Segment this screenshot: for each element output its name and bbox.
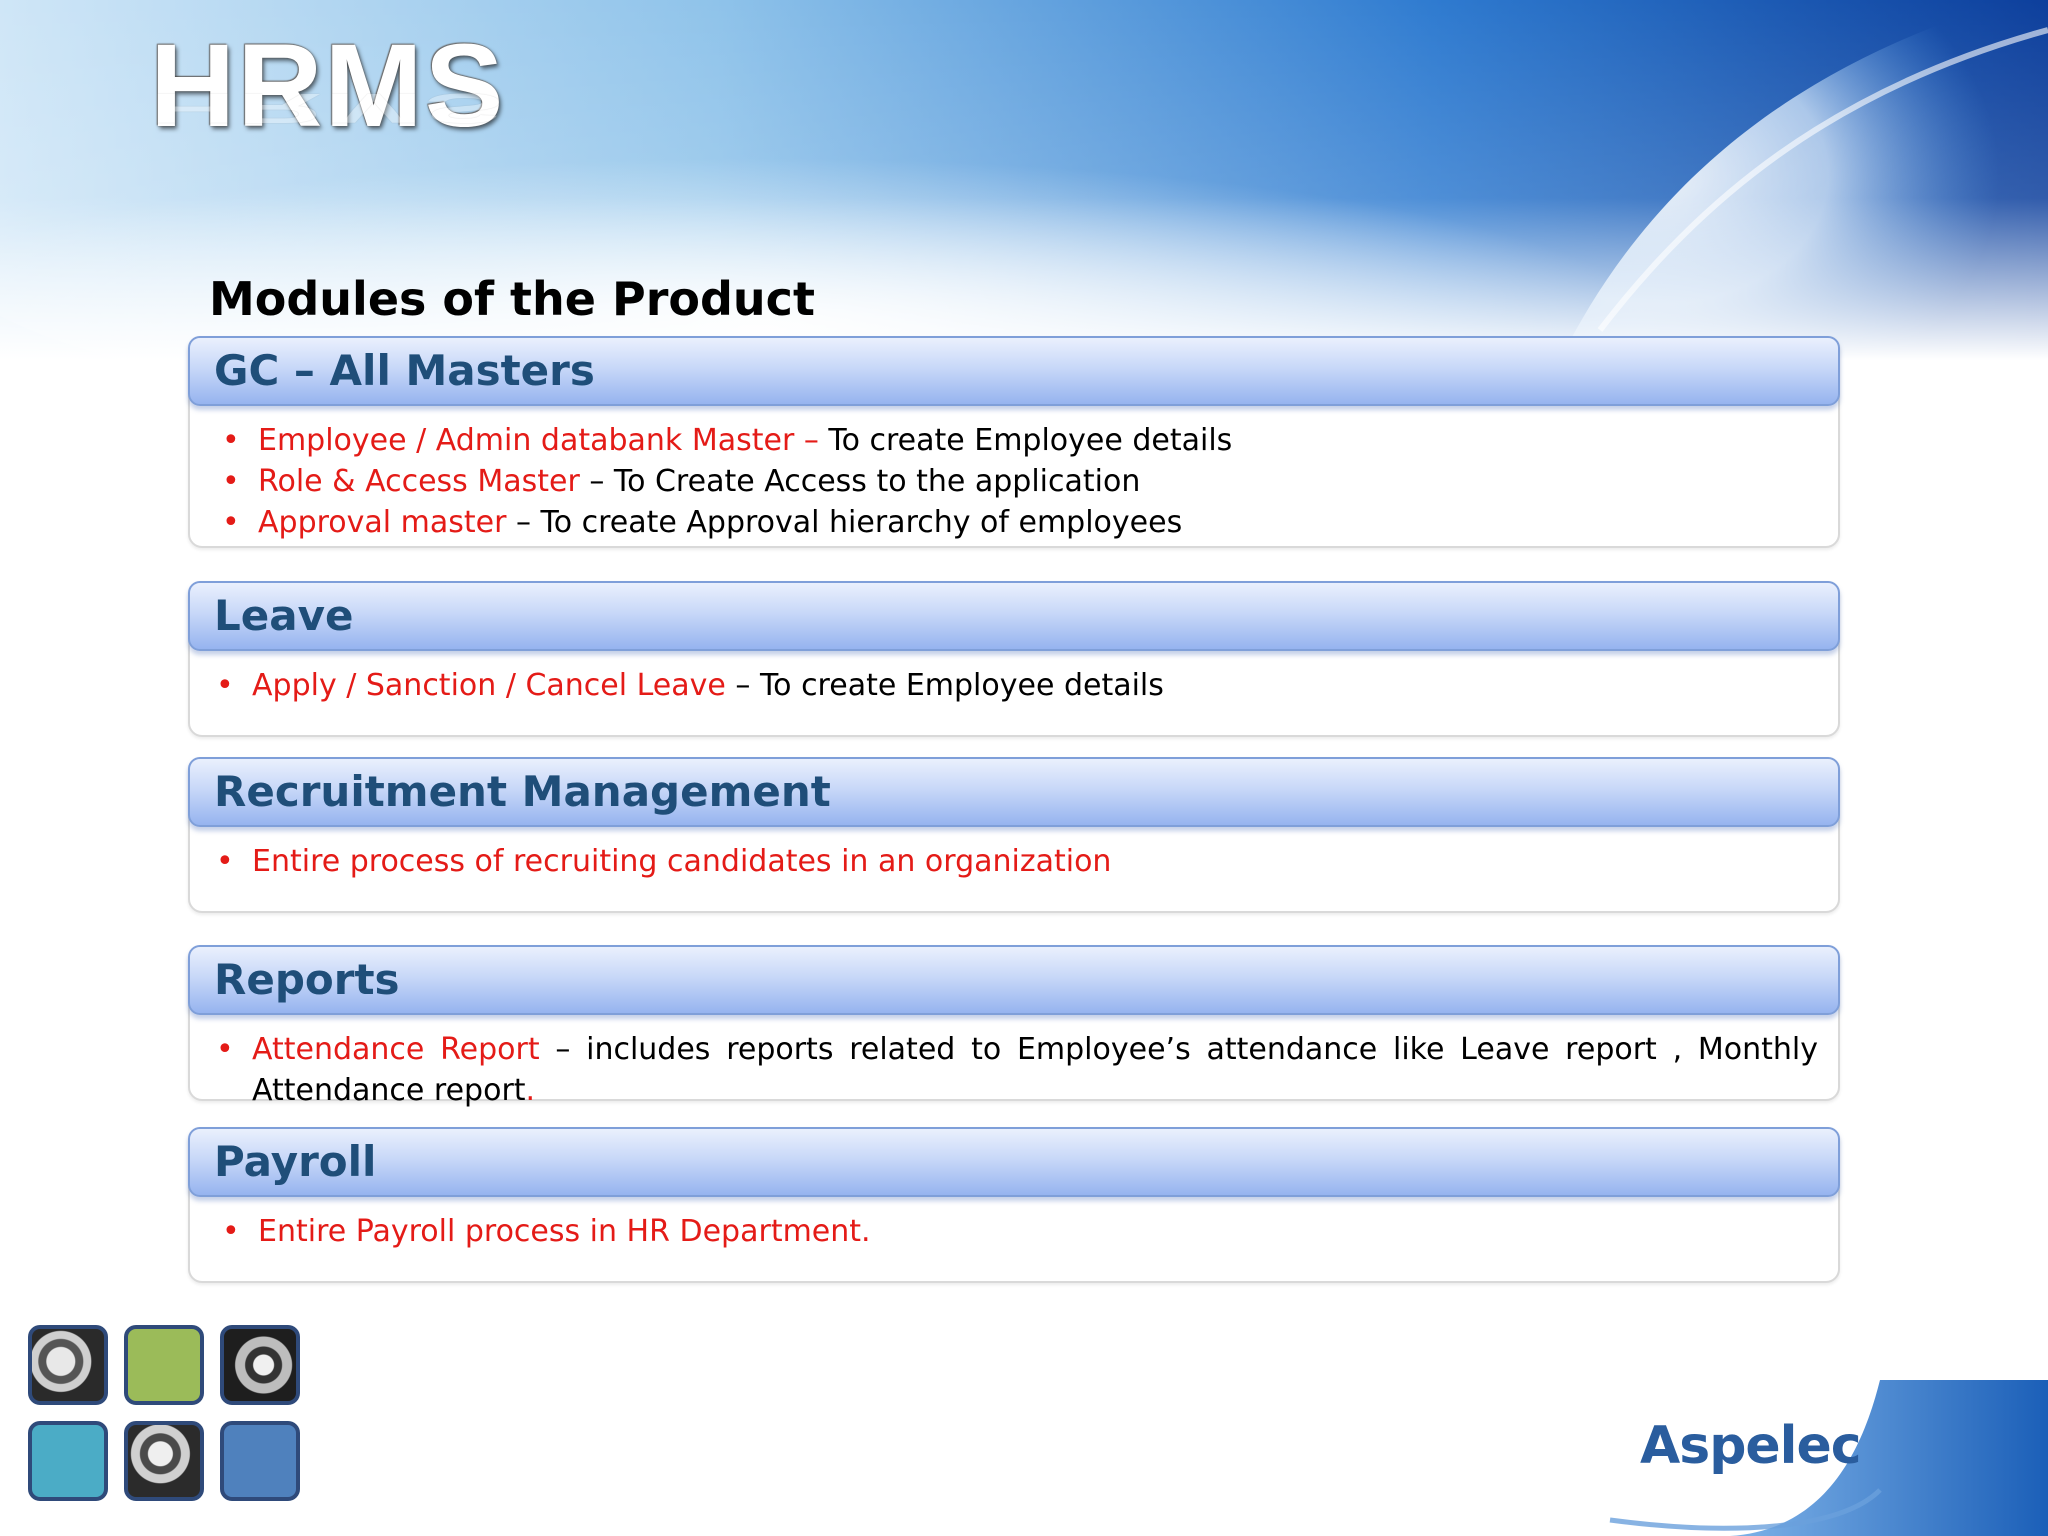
list-item: • Approval master – To create Approval h… [220,502,1818,543]
module-items: • Entire process of recruiting candidate… [190,827,1838,882]
list-item: • Entire process of recruiting candidate… [214,841,1818,882]
module-title: Payroll [214,1137,377,1186]
module-header: Recruitment Management [188,757,1840,827]
module-items: • Attendance Report – includes reports r… [190,1015,1838,1111]
slide: HRMS HRMS Modules of the Product GC – Al… [0,0,2048,1536]
item-tail: . [525,1073,536,1108]
bullet-icon: • [216,1032,234,1067]
bullet-icon: • [222,464,240,499]
item-highlight: Employee / Admin databank Master – [258,423,829,458]
item-text: To create Employee details [828,423,1233,458]
module-header: Reports [188,945,1840,1015]
module-title: Recruitment Management [214,767,831,816]
item-text: – To create Employee details [725,668,1164,703]
item-text: – To create Approval hierarchy of employ… [506,505,1183,540]
module-items: • Apply / Sanction / Cancel Leave – To c… [190,651,1838,706]
photo-tile-icon [220,1325,300,1405]
bullet-icon: • [222,423,240,458]
module-title: Reports [214,955,400,1004]
bullet-icon: • [216,668,234,703]
logo-hrms-reflection: HRMS [150,85,506,132]
module-items: • Employee / Admin databank Master – To … [190,406,1838,543]
module-header: Payroll [188,1127,1840,1197]
module-title: Leave [214,591,354,640]
bullet-icon: • [216,844,234,879]
teal-tile [28,1421,108,1501]
module-recruitment: Recruitment Management • Entire process … [188,757,1840,913]
list-item: • Entire Payroll process in HR Departmen… [220,1211,1818,1252]
item-text: – To Create Access to the application [579,464,1141,499]
section-title: Modules of the Product [209,272,815,326]
item-highlight: Role & Access Master [258,464,580,499]
brand-logo: Aspelec [1640,1416,1862,1476]
bullet-icon: • [222,1214,240,1249]
module-header: Leave [188,581,1840,651]
module-leave: Leave • Apply / Sanction / Cancel Leave … [188,581,1840,737]
bullet-icon: • [222,505,240,540]
module-payroll: Payroll • Entire Payroll process in HR D… [188,1127,1840,1283]
item-highlight: Entire Payroll process in HR Department. [258,1214,871,1249]
module-gc-masters: GC – All Masters • Employee / Admin data… [188,336,1840,548]
list-item: • Attendance Report – includes reports r… [214,1029,1818,1111]
item-highlight: Apply / Sanction / Cancel Leave [252,668,726,703]
item-highlight: Attendance Report [252,1032,540,1067]
module-reports: Reports • Attendance Report – includes r… [188,945,1840,1108]
item-highlight: Approval master [258,505,507,540]
list-item: • Employee / Admin databank Master – To … [220,420,1818,461]
photo-tile-icon [124,1421,204,1501]
module-header: GC – All Masters [188,336,1840,406]
module-title: GC – All Masters [214,346,595,395]
photo-tile-icon [28,1325,108,1405]
item-highlight: Entire process of recruiting candidates … [252,844,1112,879]
blue-tile [220,1421,300,1501]
list-item: • Role & Access Master – To Create Acces… [220,461,1818,502]
module-items: • Entire Payroll process in HR Departmen… [190,1197,1838,1252]
green-tile [124,1325,204,1405]
list-item: • Apply / Sanction / Cancel Leave – To c… [214,665,1818,706]
